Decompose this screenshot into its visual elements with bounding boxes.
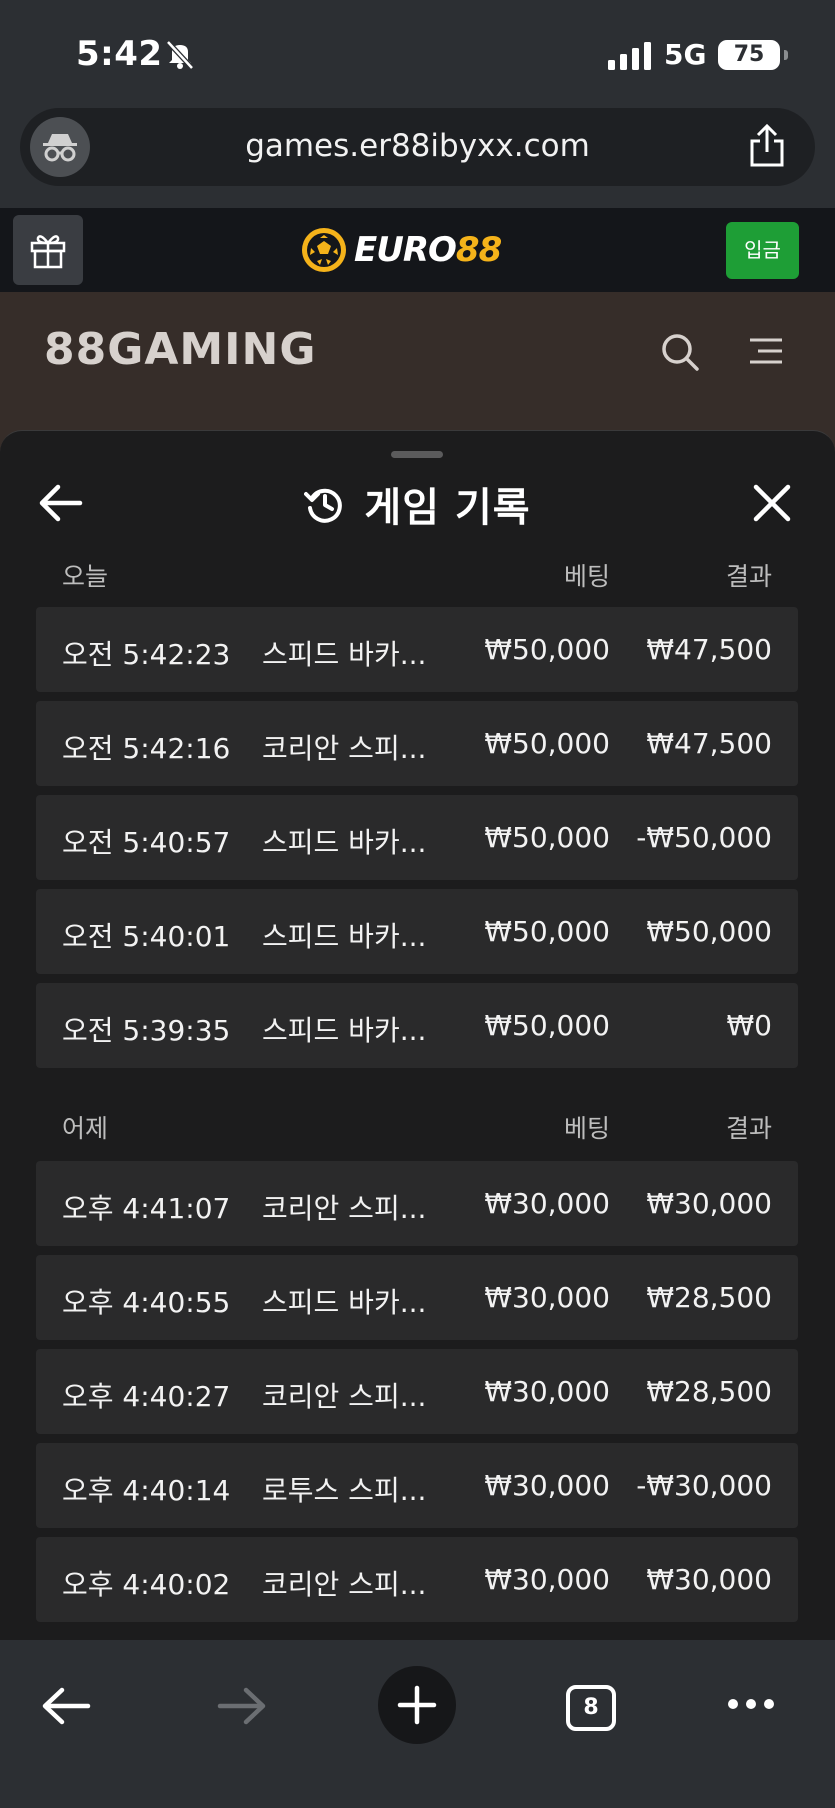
history-row[interactable]: 오전 5:40:57 스피드 바카... ₩50,000 -₩50,000	[36, 795, 798, 880]
row-time: 오전 5:40:01	[62, 920, 231, 953]
row-bet: ₩30,000	[484, 1187, 610, 1220]
row-bet: ₩50,000	[484, 633, 610, 666]
bet-column-header: 베팅	[563, 1114, 610, 1143]
row-game: 코리안 스피...	[262, 1192, 427, 1225]
site-logo[interactable]: EURO88	[300, 222, 502, 278]
row-time: 오전 5:42:16	[62, 732, 231, 765]
row-time: 오전 5:42:23	[62, 638, 231, 671]
bet-column-header: 베팅	[563, 562, 610, 591]
row-result: ₩30,000	[646, 1187, 772, 1220]
logo-number: 88	[455, 230, 502, 270]
history-row[interactable]: 오후 4:40:27 코리안 스피... ₩30,000 ₩28,500	[36, 1349, 798, 1434]
section-header-yesterday: 어제 베팅 결과	[36, 1101, 798, 1143]
address-bar[interactable]: games.er88ibyxx.com	[20, 108, 815, 186]
status-bar: 5:42 5G 75	[0, 0, 835, 105]
row-result: ₩30,000	[646, 1563, 772, 1596]
row-result: ₩28,500	[646, 1375, 772, 1408]
section-label: 오늘	[62, 562, 109, 591]
row-game: 코리안 스피...	[262, 1380, 427, 1413]
row-time: 오전 5:39:35	[62, 1014, 231, 1047]
row-game: 코리안 스피...	[262, 732, 427, 765]
new-tab-button[interactable]	[378, 1666, 456, 1744]
result-column-header: 결과	[725, 562, 772, 591]
row-game: 스피드 바카...	[262, 826, 427, 859]
deposit-button[interactable]: 입금	[726, 222, 799, 279]
row-bet: ₩50,000	[484, 727, 610, 760]
modal-title: 게임 기록	[364, 485, 531, 531]
gift-icon	[30, 235, 66, 269]
history-row[interactable]: 오전 5:40:01 스피드 바카... ₩50,000 ₩50,000	[36, 889, 798, 974]
row-result: ₩47,500	[646, 633, 772, 666]
row-game: 스피드 바카...	[262, 1014, 427, 1047]
row-game: 스피드 바카...	[262, 920, 427, 953]
row-game: 스피드 바카...	[262, 638, 427, 671]
history-row[interactable]: 오후 4:41:07 코리안 스피... ₩30,000 ₩30,000	[36, 1161, 798, 1246]
row-bet: ₩30,000	[484, 1563, 610, 1596]
history-row[interactable]: 오후 4:40:02 코리안 스피... ₩30,000 ₩30,000	[36, 1537, 798, 1622]
row-game: 코리안 스피...	[262, 1568, 427, 1601]
history-row[interactable]: 오후 4:40:55 스피드 바카... ₩30,000 ₩28,500	[36, 1255, 798, 1340]
history-row[interactable]: 오전 5:39:35 스피드 바카... ₩50,000 ₩0	[36, 983, 798, 1068]
row-bet: ₩50,000	[484, 1009, 610, 1042]
row-game: 로투스 스피...	[262, 1474, 427, 1507]
game-page-background: 88GAMING	[0, 292, 835, 452]
history-row[interactable]: 오후 4:40:14 로투스 스피... ₩30,000 -₩30,000	[36, 1443, 798, 1528]
site-header: EURO88 입금	[0, 208, 835, 292]
row-bet: ₩30,000	[484, 1375, 610, 1408]
status-time: 5:42	[76, 34, 163, 74]
bell-off-icon	[166, 40, 194, 70]
gift-button[interactable]	[13, 215, 83, 285]
row-result: -₩30,000	[636, 1469, 772, 1502]
row-time: 오후 4:40:27	[62, 1380, 231, 1413]
share-icon[interactable]	[747, 124, 787, 168]
row-time: 오후 4:40:02	[62, 1568, 231, 1601]
row-time: 오후 4:40:14	[62, 1474, 231, 1507]
plus-icon	[397, 1685, 437, 1725]
logo-brand: EURO	[354, 230, 457, 270]
drag-handle[interactable]	[391, 451, 443, 458]
history-icon	[304, 488, 343, 523]
row-bet: ₩50,000	[484, 915, 610, 948]
row-result: ₩28,500	[646, 1281, 772, 1314]
browser-back-icon[interactable]	[40, 1686, 92, 1726]
row-time: 오후 4:40:55	[62, 1286, 231, 1319]
history-row[interactable]: 오전 5:42:16 코리안 스피... ₩50,000 ₩47,500	[36, 701, 798, 786]
url-text[interactable]: games.er88ibyxx.com	[20, 128, 815, 164]
row-bet: ₩30,000	[484, 1469, 610, 1502]
close-icon[interactable]	[752, 483, 792, 523]
row-bet: ₩30,000	[484, 1281, 610, 1314]
battery-indicator: 75	[718, 40, 788, 70]
search-icon[interactable]	[660, 332, 700, 372]
history-row[interactable]: 오전 5:42:23 스피드 바카... ₩50,000 ₩47,500	[36, 607, 798, 692]
row-result: ₩0	[726, 1009, 773, 1042]
row-result: ₩50,000	[646, 915, 772, 948]
more-icon[interactable]	[726, 1696, 776, 1712]
browser-toolbar: 8	[0, 1640, 835, 1808]
section-label: 어제	[62, 1114, 109, 1143]
network-type: 5G	[664, 38, 707, 71]
section-header-today: 오늘 베팅 결과	[36, 549, 798, 591]
game-history-modal: 게임 기록 오늘 베팅 결과 오전 5:42:23 스피드 바카... ₩50,…	[0, 430, 835, 1640]
row-result: ₩47,500	[646, 727, 772, 760]
menu-icon[interactable]	[748, 336, 784, 366]
modal-header: 게임 기록	[0, 475, 835, 533]
row-result: -₩50,000	[636, 821, 772, 854]
row-bet: ₩50,000	[484, 821, 610, 854]
tabs-button[interactable]: 8	[566, 1685, 616, 1731]
result-column-header: 결과	[725, 1114, 772, 1143]
row-game: 스피드 바카...	[262, 1286, 427, 1319]
browser-forward-icon[interactable]	[216, 1686, 268, 1726]
row-time: 오전 5:40:57	[62, 826, 231, 859]
gaming-logo[interactable]: 88GAMING	[44, 324, 317, 375]
soccer-ball-icon	[302, 228, 346, 272]
row-time: 오후 4:41:07	[62, 1192, 231, 1225]
signal-icon	[608, 42, 651, 70]
